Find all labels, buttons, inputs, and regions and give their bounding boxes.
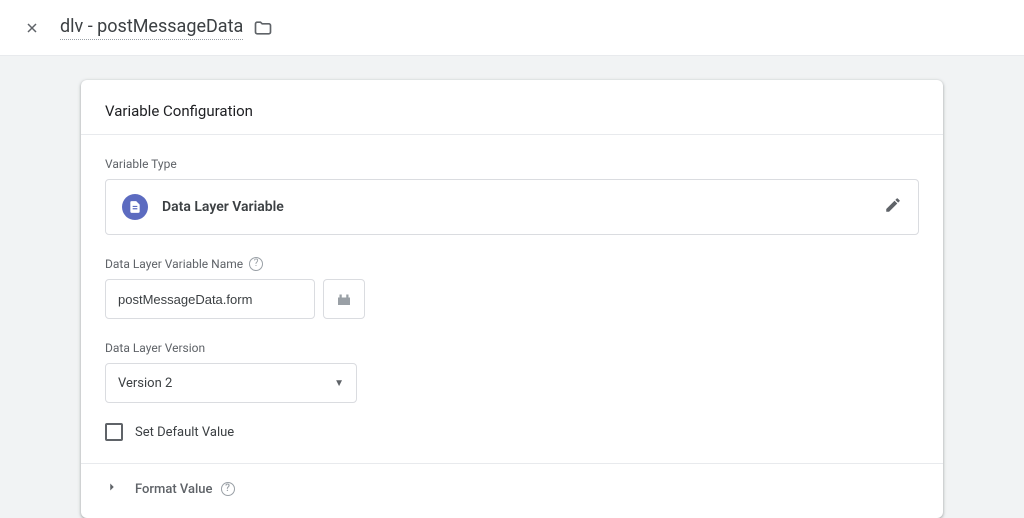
config-section: Variable Type Data Layer Variable Data L… (81, 157, 943, 441)
variable-type-name: Data Layer Variable (162, 199, 870, 215)
format-value-row[interactable]: Format Value ? (81, 464, 943, 502)
title-area: dlv - postMessageData (60, 16, 273, 40)
format-value-label: Format Value ? (135, 482, 235, 497)
default-value-label: Set Default Value (135, 425, 234, 440)
data-layer-icon (122, 194, 148, 220)
variable-type-label: Variable Type (105, 157, 919, 171)
stage: Variable Configuration Variable Type Dat… (0, 56, 1024, 518)
variable-name-label: Data Layer Variable Name ? (105, 257, 919, 271)
version-select[interactable]: Version 2 ▼ (105, 363, 357, 403)
variable-helper-button[interactable] (323, 279, 365, 319)
pencil-icon (884, 196, 902, 218)
topbar: dlv - postMessageData (0, 0, 1024, 56)
help-icon[interactable]: ? (221, 482, 235, 496)
variable-name-row (105, 279, 919, 319)
default-value-row: Set Default Value (105, 423, 919, 441)
config-card: Variable Configuration Variable Type Dat… (81, 80, 943, 518)
page-title[interactable]: dlv - postMessageData (60, 16, 243, 40)
help-icon[interactable]: ? (249, 257, 263, 271)
close-button[interactable] (20, 16, 44, 40)
brick-icon (335, 290, 353, 308)
chevron-down-icon: ▼ (334, 378, 344, 389)
variable-type-selector[interactable]: Data Layer Variable (105, 179, 919, 235)
default-value-checkbox[interactable] (105, 423, 123, 441)
card-header: Variable Configuration (81, 80, 943, 135)
variable-name-input[interactable] (105, 279, 315, 319)
version-value: Version 2 (118, 376, 172, 391)
folder-icon[interactable] (253, 18, 273, 38)
close-icon (24, 20, 40, 36)
version-label: Data Layer Version (105, 341, 919, 355)
chevron-right-icon (105, 480, 119, 498)
